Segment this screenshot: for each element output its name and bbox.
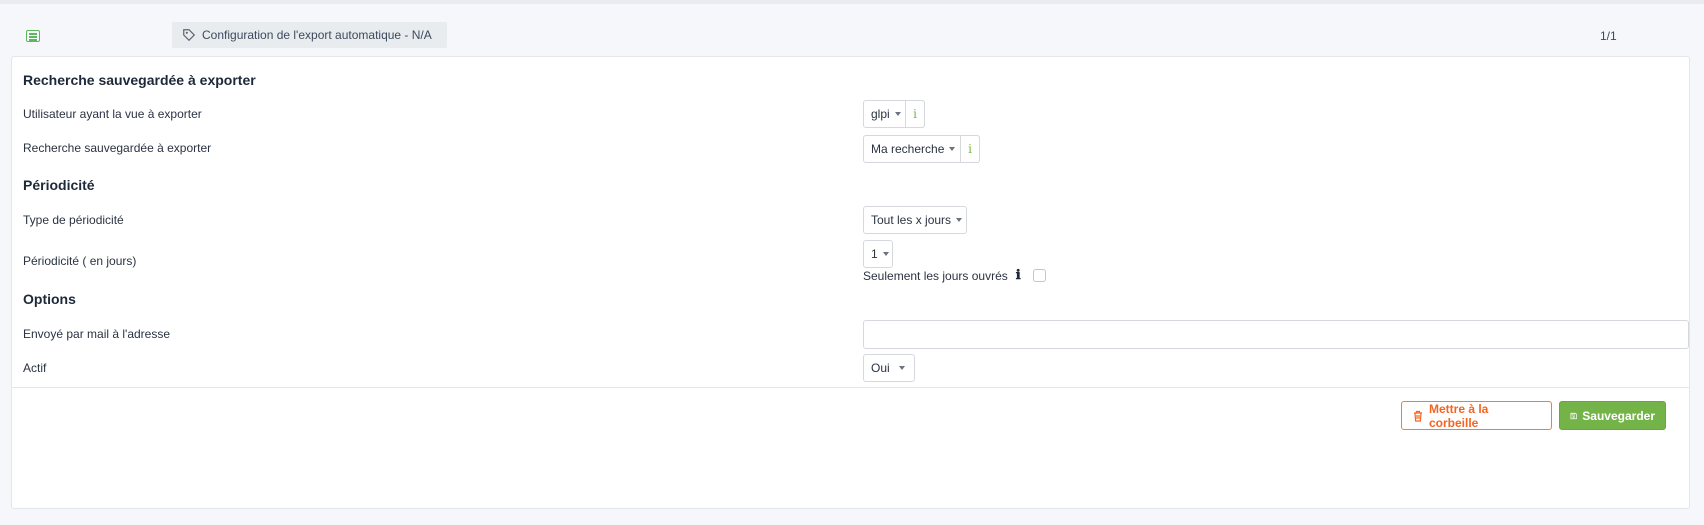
footer-divider — [12, 387, 1689, 388]
section-title-options: Options — [23, 291, 76, 307]
pager: 1/1 — [1600, 29, 1617, 43]
active-select-value: Oui — [871, 361, 890, 375]
active-label: Actif — [23, 361, 47, 375]
chevron-down-icon — [894, 112, 901, 116]
section-title-saved-search: Recherche sauvegardée à exporter — [23, 72, 256, 88]
info-icon[interactable]: ℹ — [1016, 268, 1021, 283]
search-select[interactable]: Ma recherche i — [863, 135, 980, 163]
workdays-checkbox[interactable] — [1032, 269, 1046, 282]
chevron-down-icon — [949, 147, 956, 151]
save-button-label: Sauvegarder — [1582, 408, 1655, 423]
tab-title: Configuration de l'export automatique - … — [202, 28, 432, 42]
trash-button[interactable]: Mettre à la corbeille — [1401, 401, 1552, 430]
trash-icon — [1414, 410, 1422, 422]
workdays-label: Seulement les jours ouvrés — [863, 268, 1008, 283]
search-label: Recherche sauvegardée à exporter — [23, 141, 212, 155]
form-card: Recherche sauvegardée à exporter Utilisa… — [11, 56, 1690, 509]
section-title-periodicity: Périodicité — [23, 177, 95, 193]
chevron-down-icon — [898, 366, 905, 370]
period-days-label: Périodicité ( en jours) — [23, 254, 137, 268]
top-border — [0, 0, 1704, 4]
list-icon[interactable] — [26, 30, 40, 42]
floppy-disk-icon — [1570, 412, 1577, 419]
email-input[interactable] — [863, 320, 1689, 349]
period-type-select[interactable]: Tout les x jours — [863, 206, 967, 234]
tag-icon — [183, 29, 196, 42]
trash-button-label: Mettre à la corbeille — [1429, 401, 1489, 430]
chevron-down-icon — [956, 218, 963, 222]
period-days-value: 1 — [871, 247, 878, 261]
chevron-down-icon — [882, 252, 889, 256]
form-header: Configuration de l'export automatique - … — [0, 22, 1704, 50]
active-select[interactable]: Oui — [863, 354, 915, 382]
info-icon[interactable]: i — [960, 135, 980, 163]
workdays-row: Seulement les jours ouvrés ℹ — [863, 268, 1046, 283]
search-select-value: Ma recherche — [871, 142, 945, 156]
save-button[interactable]: Sauvegarder — [1559, 401, 1666, 430]
period-type-label: Type de périodicité — [23, 213, 124, 227]
period-type-value: Tout les x jours — [871, 213, 952, 227]
user-select-value: glpi — [871, 107, 890, 121]
tab-export-config[interactable]: Configuration de l'export automatique - … — [172, 22, 447, 48]
email-label: Envoyé par mail à l'adresse — [23, 327, 171, 341]
user-select[interactable]: glpi i — [863, 100, 925, 128]
user-label: Utilisateur ayant la vue à exporter — [23, 107, 202, 121]
period-days-select[interactable]: 1 — [863, 240, 893, 268]
info-icon[interactable]: i — [905, 100, 925, 128]
